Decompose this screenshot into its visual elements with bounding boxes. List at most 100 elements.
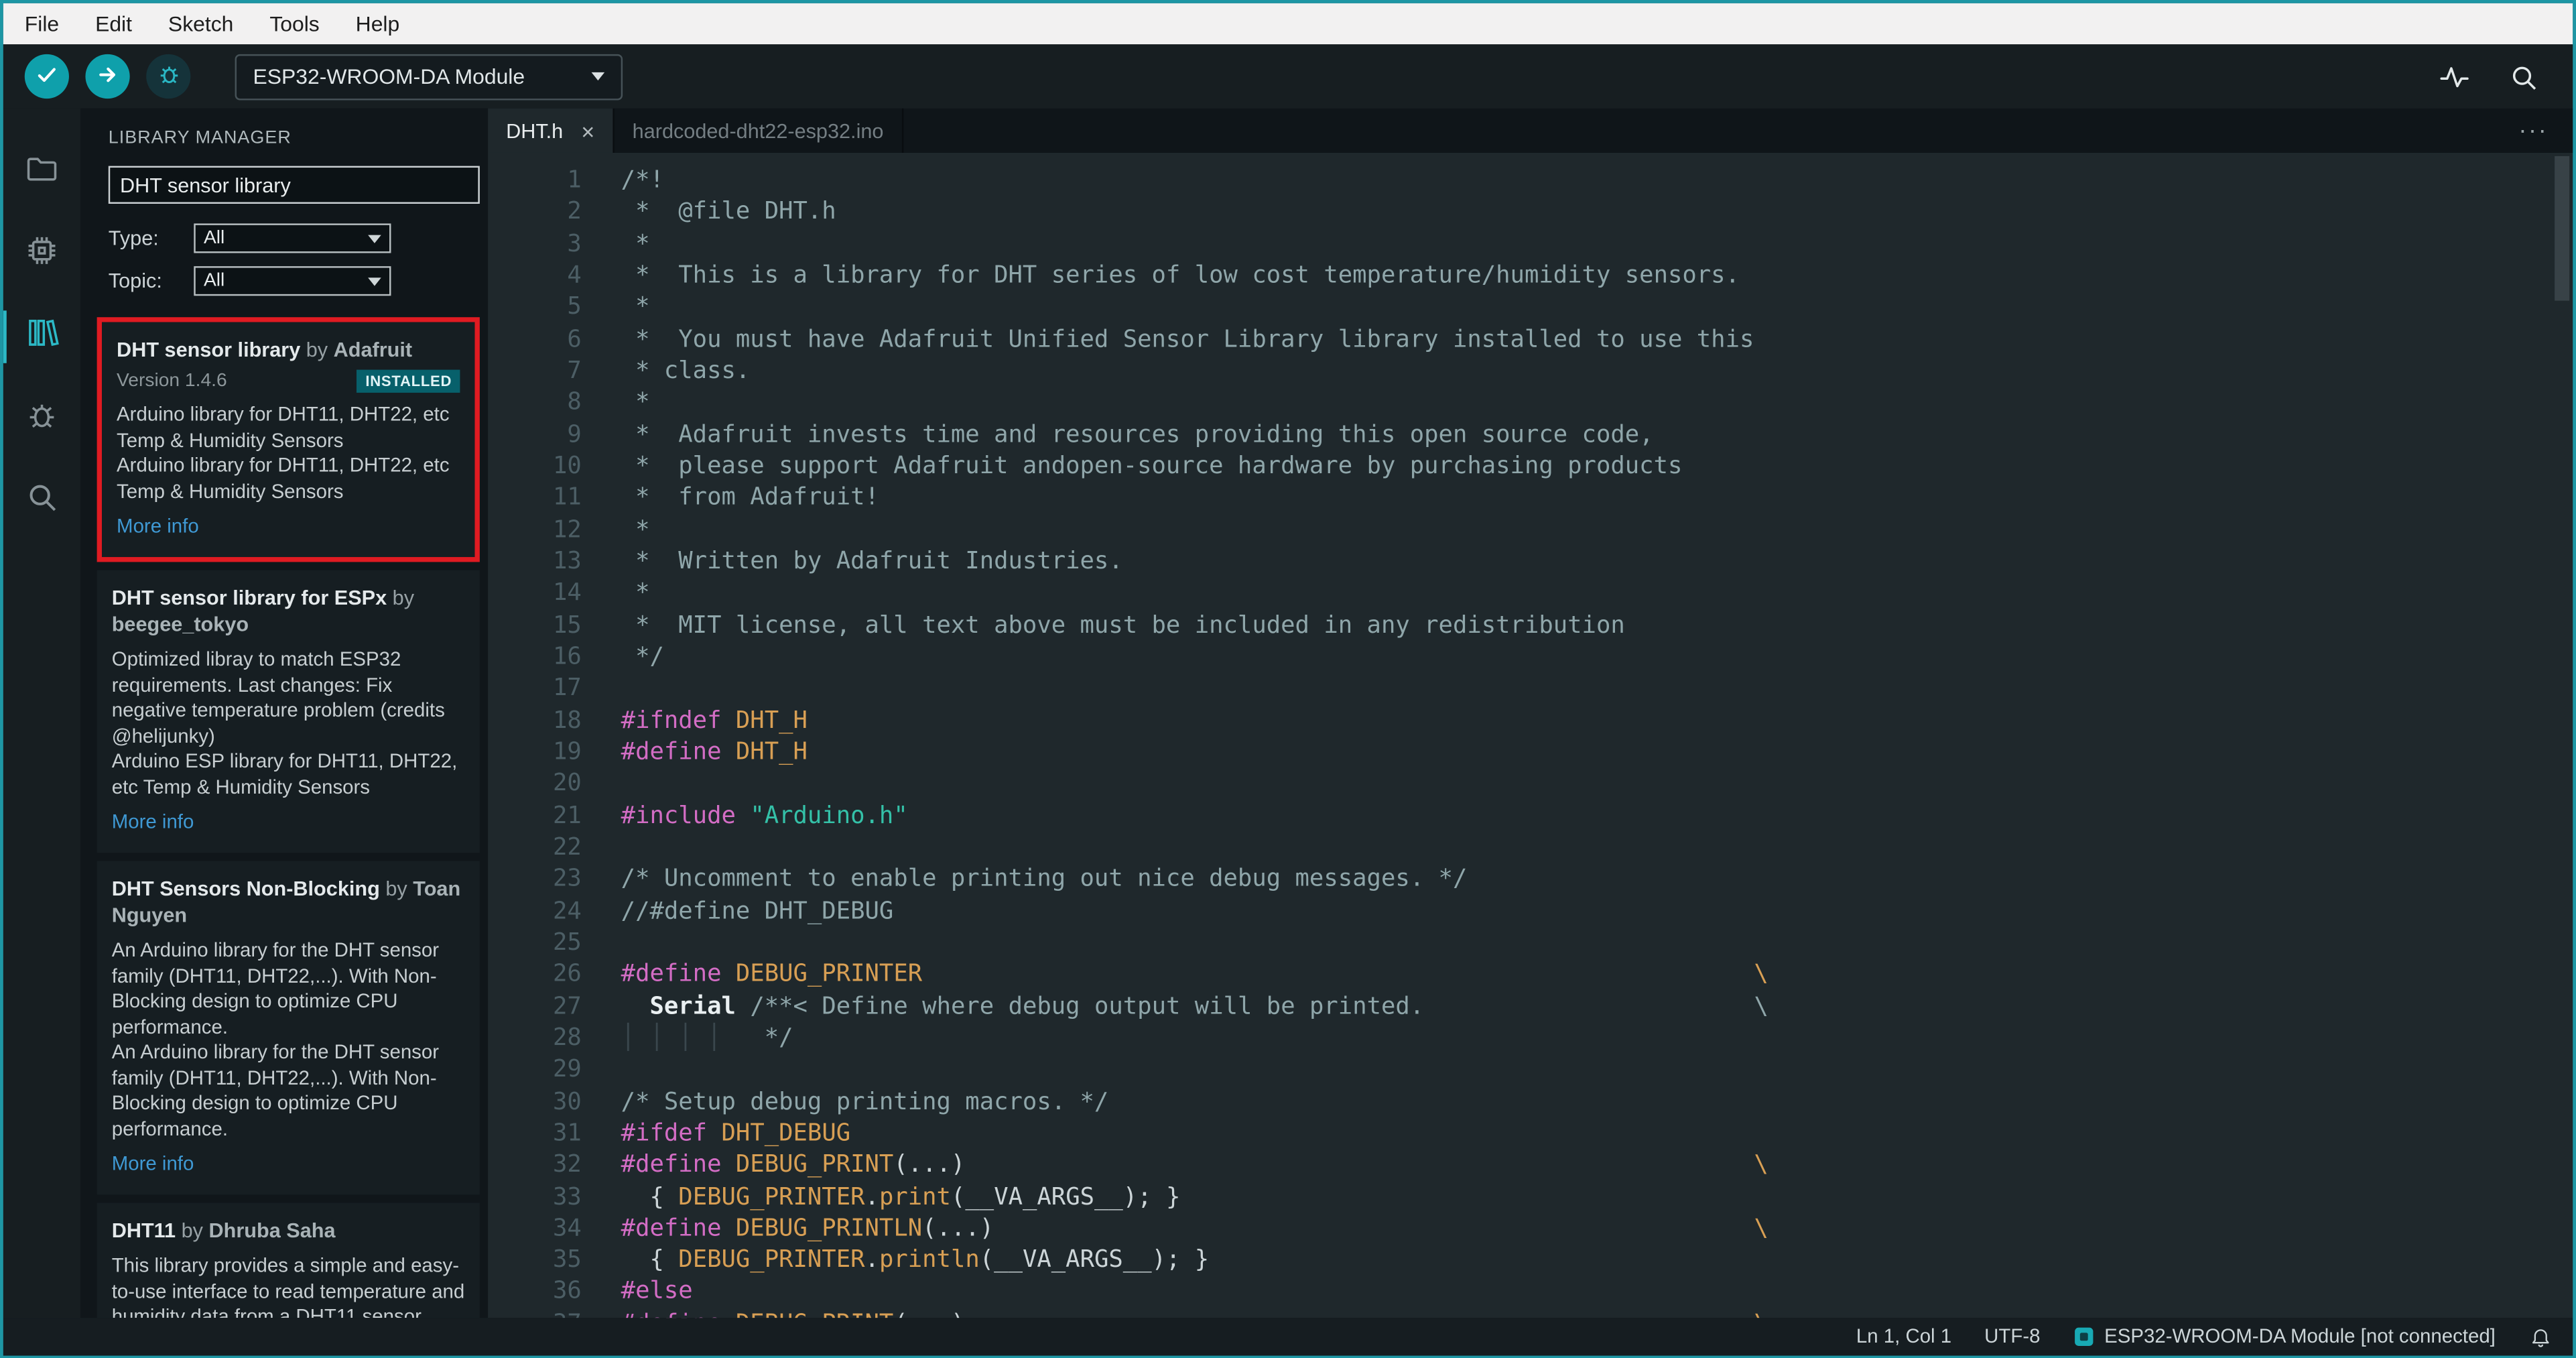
start-debugging-button[interactable]: [146, 54, 191, 99]
code-line[interactable]: 8 *: [488, 388, 2573, 420]
code-line[interactable]: 23 /* Uncomment to enable printing out ni…: [488, 865, 2573, 896]
line-number: 27: [553, 993, 582, 1020]
library-search-input[interactable]: [108, 166, 480, 204]
tab-DHT.h[interactable]: DHT.h ×: [488, 108, 615, 153]
code-line[interactable]: 22: [488, 833, 2573, 865]
chevron-down-icon: [368, 277, 381, 286]
more-actions-icon[interactable]: ···: [2518, 117, 2573, 145]
code-line[interactable]: 25: [488, 928, 2573, 960]
statusbar-board-label: ESP32-WROOM-DA Module [not connected]: [2104, 1324, 2496, 1348]
line-number: 15: [553, 612, 582, 639]
code-text: Serial /**< Define where debug output wi…: [649, 993, 1768, 1020]
line-number: 31: [553, 1120, 582, 1147]
code-line[interactable]: 36 #else: [488, 1278, 2573, 1309]
code-text: #define DEBUG_PRINTER \: [621, 961, 1768, 988]
statusbar-board[interactable]: ESP32-WROOM-DA Module [not connected]: [2073, 1324, 2496, 1347]
sidebar-item-search[interactable]: [3, 460, 80, 542]
code-line[interactable]: 9 * Adafruit invests time and resources …: [488, 420, 2573, 452]
menu-tools[interactable]: Tools: [251, 3, 337, 44]
code-line[interactable]: 7 * class.: [488, 357, 2573, 388]
serial-plotter-icon[interactable]: [2438, 60, 2471, 92]
code-line[interactable]: 31 #ifdef DHT_DEBUG: [488, 1119, 2573, 1150]
cursor-position: Ln 1, Col 1: [1856, 1324, 1952, 1348]
code-line[interactable]: 14 *: [488, 579, 2573, 611]
code-line[interactable]: 10 * please support Adafruit andopen-sou…: [488, 452, 2573, 483]
check-icon: [34, 62, 59, 91]
code-line[interactable]: 16 */: [488, 642, 2573, 674]
library-manager-panel: LIBRARY MANAGER Type: All Topic: All DHT…: [80, 108, 489, 1317]
code-line[interactable]: 11 * from Adafruit!: [488, 483, 2573, 515]
code-line[interactable]: 35 { DEBUG_PRINTER.println(__VA_ARGS__);…: [488, 1246, 2573, 1278]
code-line[interactable]: 15 * MIT license, all text above must be…: [488, 611, 2573, 642]
code-line[interactable]: 19 #define DHT_H: [488, 738, 2573, 769]
folder-icon: [23, 149, 60, 196]
more-info-link[interactable]: More info: [112, 810, 194, 833]
close-tab-icon[interactable]: ×: [581, 119, 594, 142]
code-line[interactable]: 21 #include "Arduino.h": [488, 801, 2573, 832]
code-editor[interactable]: 1/*! 2 * @file DHT.h 3 * 4 * This is a libr…: [488, 153, 2573, 1317]
menu-sketch[interactable]: Sketch: [150, 3, 251, 44]
code-line[interactable]: 28 │ │ │ │ */: [488, 1024, 2573, 1055]
code-line[interactable]: 20: [488, 769, 2573, 801]
line-number: 34: [553, 1215, 582, 1242]
upload-button[interactable]: [85, 54, 130, 99]
code-line[interactable]: 1 /*!: [488, 166, 2573, 198]
editor-scrollbar[interactable]: [2555, 156, 2570, 301]
more-info-link[interactable]: More info: [112, 1152, 194, 1175]
code-line[interactable]: 2 * @file DHT.h: [488, 198, 2573, 229]
tab-hardcoded-dht22-esp32.ino[interactable]: hardcoded-dht22-esp32.ino: [614, 108, 903, 153]
line-number: 3: [567, 231, 582, 258]
verify-button[interactable]: [24, 54, 69, 99]
code-line[interactable]: 24 //#define DHT_DEBUG: [488, 896, 2573, 928]
menu-help[interactable]: Help: [338, 3, 418, 44]
code-line[interactable]: 6 * You must have Adafruit Unified Senso…: [488, 325, 2573, 357]
code-line[interactable]: 13 * Written by Adafruit Industries.: [488, 547, 2573, 578]
code-line[interactable]: 34 #define DEBUG_PRINTLN(...) \: [488, 1214, 2573, 1245]
line-number: 1: [567, 168, 582, 194]
topic-filter-select[interactable]: All: [194, 266, 391, 296]
code-text: * @file DHT.h: [621, 199, 836, 226]
code-line[interactable]: 37 #define DEBUG_PRINT(...) \: [488, 1309, 2573, 1317]
sidebar-item-sketchbook[interactable]: [3, 131, 80, 214]
code-line[interactable]: 29: [488, 1055, 2573, 1087]
code-line[interactable]: 5 *: [488, 293, 2573, 324]
code-line[interactable]: 18 #ifndef DHT_H: [488, 706, 2573, 737]
sidebar-item-boards-manager[interactable]: [3, 214, 80, 296]
code-text: #define DHT_H: [621, 739, 808, 766]
code-line[interactable]: 27 Serial /**< Define where debug output…: [488, 992, 2573, 1024]
menu-edit[interactable]: Edit: [77, 3, 150, 44]
line-number: 19: [553, 739, 582, 766]
library-item[interactable]: DHT11 by Dhruba Saha This library provide…: [96, 1202, 480, 1317]
code-line[interactable]: 12 *: [488, 515, 2573, 547]
library-item[interactable]: DHT Sensors Non-Blocking by Toan Nguyen A…: [96, 861, 480, 1195]
code-line[interactable]: 26 #define DEBUG_PRINTER \: [488, 960, 2573, 991]
code-line[interactable]: 33 { DEBUG_PRINTER.print(__VA_ARGS__); }: [488, 1182, 2573, 1214]
sidebar-item-library-manager[interactable]: [3, 296, 80, 378]
library-description: This library provides a simple and easy-…: [111, 1253, 465, 1317]
code-text: * class.: [621, 358, 751, 385]
library-item[interactable]: DHT sensor library by Adafruit Version 1.…: [96, 317, 480, 562]
more-info-link[interactable]: More info: [117, 514, 199, 537]
sidebar-item-debug[interactable]: [3, 378, 80, 460]
board-selector-dropdown[interactable]: ESP32-WROOM-DA Module: [235, 53, 623, 100]
main-area: LIBRARY MANAGER Type: All Topic: All DHT…: [3, 108, 2573, 1317]
notifications-bell-icon[interactable]: [2528, 1324, 2553, 1349]
code-line[interactable]: 30 /* Setup debug printing macros. */: [488, 1087, 2573, 1119]
code-text: */: [621, 643, 664, 671]
menu-file[interactable]: File: [7, 3, 77, 44]
code-line[interactable]: 32 #define DEBUG_PRINT(...) \: [488, 1150, 2573, 1182]
panel-title: LIBRARY MANAGER: [108, 128, 292, 148]
line-number: 14: [553, 580, 582, 607]
line-number: 28: [553, 1025, 582, 1052]
line-number: 18: [553, 707, 582, 734]
code-text: * Written by Adafruit Industries.: [621, 548, 1123, 575]
type-filter-select[interactable]: All: [194, 223, 391, 253]
code-line[interactable]: 3 *: [488, 229, 2573, 261]
line-number: 30: [553, 1089, 582, 1115]
library-item[interactable]: DHT sensor library for ESPx by beegee_to…: [96, 570, 480, 853]
code-line[interactable]: 17: [488, 674, 2573, 706]
bug-icon: [155, 61, 182, 92]
line-number: 9: [567, 422, 582, 448]
code-line[interactable]: 4 * This is a library for DHT series of …: [488, 261, 2573, 293]
serial-monitor-icon[interactable]: [2507, 60, 2540, 92]
